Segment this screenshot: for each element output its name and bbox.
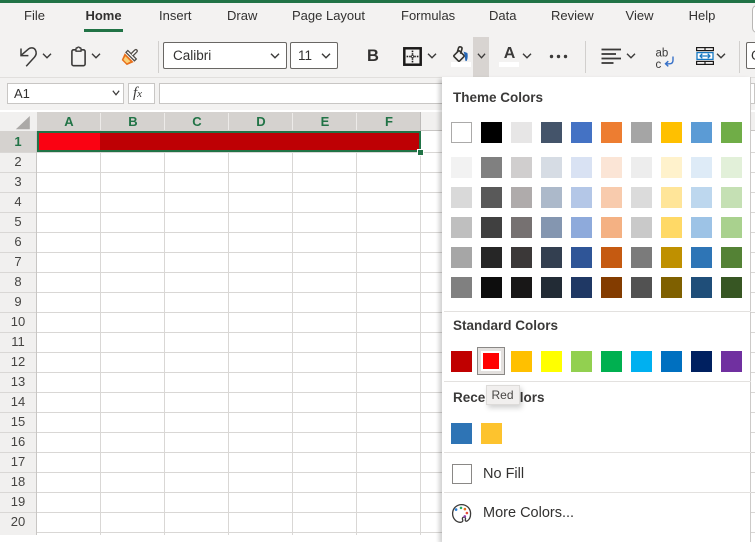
svg-text:c: c: [656, 59, 662, 71]
svg-text:ab: ab: [656, 48, 669, 60]
